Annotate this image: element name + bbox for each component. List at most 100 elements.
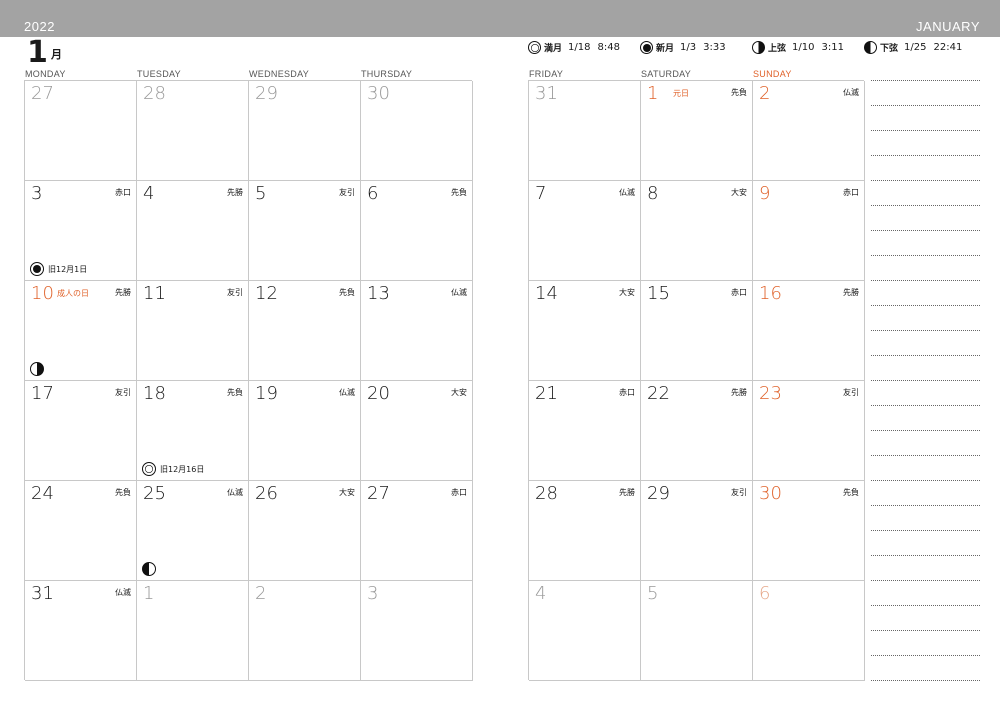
holiday-label: 元日	[673, 89, 689, 98]
day-number: 31	[31, 583, 54, 604]
day-cell[interactable]: 28	[137, 81, 249, 181]
day-number: 10	[31, 283, 54, 304]
note-line[interactable]	[871, 455, 980, 456]
note-line[interactable]	[871, 505, 980, 506]
day-cell[interactable]: 28 先勝	[529, 481, 641, 581]
day-cell[interactable]: 3	[361, 581, 473, 681]
note-line[interactable]	[871, 430, 980, 431]
day-cell[interactable]: 17 友引	[25, 381, 137, 481]
rokuyo-label: 赤口	[115, 188, 131, 197]
day-cell[interactable]: 11 友引	[137, 281, 249, 381]
year-label: 2022	[24, 19, 55, 34]
day-cell[interactable]: 27 赤口	[361, 481, 473, 581]
day-number: 21	[535, 383, 558, 404]
day-cell[interactable]: 31 仏滅	[25, 581, 137, 681]
day-cell[interactable]: 26 大安	[249, 481, 361, 581]
day-cell[interactable]: 31	[529, 81, 641, 181]
note-line[interactable]	[871, 130, 980, 131]
day-cell[interactable]: 2 仏滅	[753, 81, 865, 181]
day-cell[interactable]: 3 赤口旧12月1日	[25, 181, 137, 281]
day-number: 2	[255, 583, 267, 604]
note-line[interactable]	[871, 205, 980, 206]
note-line[interactable]	[871, 305, 980, 306]
note-line[interactable]	[871, 680, 980, 681]
day-number: 19	[255, 383, 278, 404]
note-line[interactable]	[871, 580, 980, 581]
last-quarter-moon-icon	[142, 562, 156, 576]
moon-phase-time: 22:41	[933, 42, 963, 53]
moon-phase-name: 新月	[656, 44, 675, 54]
day-cell[interactable]: 6	[753, 581, 865, 681]
moon-phase-date: 1/25	[904, 42, 927, 53]
day-cell[interactable]: 8 大安	[641, 181, 753, 281]
day-number: 3	[31, 183, 43, 204]
day-number: 8	[647, 183, 659, 204]
day-number: 31	[535, 83, 558, 104]
note-line[interactable]	[871, 405, 980, 406]
weekday-header: SATURDAY	[641, 69, 692, 79]
day-cell[interactable]: 30 先負	[753, 481, 865, 581]
note-line[interactable]	[871, 80, 980, 81]
note-line[interactable]	[871, 180, 980, 181]
note-line[interactable]	[871, 380, 980, 381]
day-cell[interactable]: 7 仏滅	[529, 181, 641, 281]
day-cell[interactable]: 16 先勝	[753, 281, 865, 381]
rokuyo-label: 大安	[619, 288, 635, 297]
moon-phase-time: 3:11	[821, 42, 844, 53]
moon-note: 旧12月16日	[142, 462, 204, 476]
note-line[interactable]	[871, 155, 980, 156]
moon-phase-item: 上弦 1/10 3:11	[752, 41, 844, 54]
day-cell[interactable]: 29 友引	[641, 481, 753, 581]
note-line[interactable]	[871, 105, 980, 106]
note-line[interactable]	[871, 280, 980, 281]
day-number: 4	[143, 183, 155, 204]
day-cell[interactable]: 14 大安	[529, 281, 641, 381]
note-line[interactable]	[871, 630, 980, 631]
day-cell[interactable]: 24 先負	[25, 481, 137, 581]
day-cell[interactable]: 5 友引	[249, 181, 361, 281]
day-cell[interactable]: 13 仏滅	[361, 281, 473, 381]
day-cell[interactable]: 29	[249, 81, 361, 181]
day-cell[interactable]: 12 先負	[249, 281, 361, 381]
note-line[interactable]	[871, 330, 980, 331]
day-cell[interactable]: 15 赤口	[641, 281, 753, 381]
day-cell[interactable]: 27	[25, 81, 137, 181]
rokuyo-label: 大安	[451, 388, 467, 397]
note-line[interactable]	[871, 605, 980, 606]
day-cell[interactable]: 1	[137, 581, 249, 681]
day-cell[interactable]: 19 仏滅	[249, 381, 361, 481]
day-cell[interactable]: 6 先負	[361, 181, 473, 281]
note-line[interactable]	[871, 655, 980, 656]
day-cell[interactable]: 10 成人の日 先勝	[25, 281, 137, 381]
day-number: 30	[367, 83, 390, 104]
day-cell[interactable]: 1 元日 先負	[641, 81, 753, 181]
day-cell[interactable]: 4	[529, 581, 641, 681]
day-cell[interactable]: 5	[641, 581, 753, 681]
note-line[interactable]	[871, 480, 980, 481]
day-number: 27	[367, 483, 390, 504]
day-cell[interactable]: 30	[361, 81, 473, 181]
weekday-header: WEDNESDAY	[249, 69, 310, 79]
note-line[interactable]	[871, 255, 980, 256]
note-line[interactable]	[871, 530, 980, 531]
new-moon-icon	[30, 262, 44, 276]
day-cell[interactable]: 21 赤口	[529, 381, 641, 481]
day-cell[interactable]: 2	[249, 581, 361, 681]
day-cell[interactable]: 18 先負 旧12月16日	[137, 381, 249, 481]
day-number: 5	[647, 583, 659, 604]
day-cell[interactable]: 23 友引	[753, 381, 865, 481]
rokuyo-label: 先勝	[731, 388, 747, 397]
rokuyo-label: 友引	[843, 388, 859, 397]
note-line[interactable]	[871, 230, 980, 231]
day-cell[interactable]: 4 先勝	[137, 181, 249, 281]
day-cell[interactable]: 25 仏滅	[137, 481, 249, 581]
day-cell[interactable]: 20 大安	[361, 381, 473, 481]
rokuyo-label: 仏滅	[843, 88, 859, 97]
note-line[interactable]	[871, 355, 980, 356]
lunar-date: 旧12月1日	[48, 264, 88, 274]
day-cell[interactable]: 9 赤口	[753, 181, 865, 281]
day-number: 28	[535, 483, 558, 504]
note-line[interactable]	[871, 555, 980, 556]
day-cell[interactable]: 22 先勝	[641, 381, 753, 481]
new-moon-icon	[640, 41, 653, 54]
